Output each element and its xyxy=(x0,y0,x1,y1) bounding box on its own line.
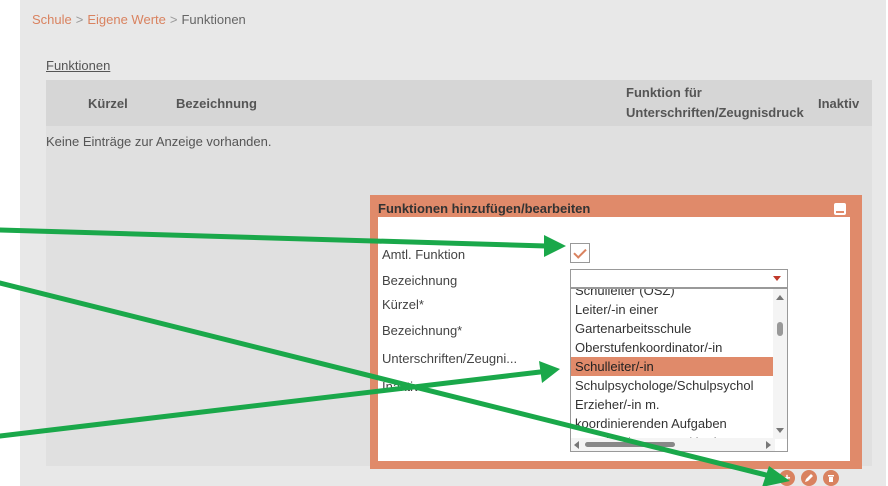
dropdown-option[interactable]: Gartenarbeitsschule xyxy=(571,319,773,338)
dropdown-option[interactable]: Schulpsychologe/Schulpsychol xyxy=(571,376,773,395)
dropdown-option[interactable]: Leiter/-in einer xyxy=(571,300,773,319)
column-header-bezeichnung[interactable]: Bezeichnung xyxy=(176,80,257,126)
edit-icon[interactable] xyxy=(801,470,817,486)
dialog-body: Amtl. Funktion Bezeichnung Kürzel* Bezei… xyxy=(378,217,850,461)
breadcrumb-schule[interactable]: Schule xyxy=(32,12,72,27)
label-kuerzel: Kürzel* xyxy=(382,297,424,312)
scroll-right-icon[interactable] xyxy=(766,441,771,449)
breadcrumb-separator: > xyxy=(169,12,178,27)
app-window: Schule > Eigene Werte > Funktionen Funktione… xyxy=(20,0,886,486)
column-header-funktion[interactable]: Funktion für Unterschriften/Zeugnisdruck xyxy=(626,80,804,126)
dropdown-option[interactable]: Erzieher/-in m. xyxy=(571,395,773,414)
label-unterschriften: Unterschriften/Zeugni... xyxy=(382,351,518,366)
table-header: Kürzel Bezeichnung Funktion für Untersch… xyxy=(46,80,872,126)
add-icon[interactable]: + xyxy=(779,470,795,486)
amtl-funktion-checkbox[interactable] xyxy=(570,243,590,263)
action-icons: + xyxy=(779,470,839,486)
vertical-scrollbar[interactable] xyxy=(773,289,787,439)
dropdown-option[interactable]: Schulleiter (OSZ) xyxy=(571,289,773,300)
scroll-thumb[interactable] xyxy=(777,322,783,336)
minimize-icon[interactable] xyxy=(834,203,846,215)
delete-icon[interactable] xyxy=(823,470,839,486)
scroll-down-icon[interactable] xyxy=(776,428,784,433)
dropdown-options: Schulleiter (OSZ) Leiter/-in einer Garte… xyxy=(571,289,773,451)
label-amtl-funktion: Amtl. Funktion xyxy=(382,247,466,262)
dropdown-option[interactable]: koordinierenden Aufgaben xyxy=(571,414,773,433)
label-bezeichnung: Bezeichnung xyxy=(382,273,458,288)
checkmark-icon xyxy=(573,244,587,259)
dropdown-arrow-icon[interactable] xyxy=(773,276,781,281)
label-inaktiv: Inaktiv xyxy=(382,379,420,394)
dropdown-option-selected[interactable]: Schulleiter/-in xyxy=(571,357,773,376)
dialog-title: Funktionen hinzufügen/bearbeiten xyxy=(378,201,591,216)
column-header-kuerzel[interactable]: Kürzel xyxy=(88,80,128,126)
bezeichnung-dropdown-list[interactable]: Schulleiter (OSZ) Leiter/-in einer Garte… xyxy=(570,288,788,452)
bezeichnung-select[interactable] xyxy=(570,269,788,288)
section-link-funktionen[interactable]: Funktionen xyxy=(46,58,110,73)
scroll-thumb-horizontal[interactable] xyxy=(585,442,675,447)
scroll-up-icon[interactable] xyxy=(776,295,784,300)
edit-dialog: Funktionen hinzufügen/bearbeiten Amtl. F… xyxy=(370,195,862,469)
breadcrumb-current: Funktionen xyxy=(181,12,246,27)
breadcrumb-separator: > xyxy=(75,12,84,27)
breadcrumb-eigene-werte[interactable]: Eigene Werte xyxy=(87,12,166,27)
scroll-left-icon[interactable] xyxy=(574,441,579,449)
horizontal-scrollbar[interactable] xyxy=(571,438,775,451)
column-header-funktion-line2: Unterschriften/Zeugnisdruck xyxy=(626,105,804,120)
empty-message: Keine Einträge zur Anzeige vorhanden. xyxy=(46,134,272,149)
column-header-inaktiv[interactable]: Inaktiv xyxy=(818,80,859,126)
label-bezeichnung-required: Bezeichnung* xyxy=(382,323,463,338)
breadcrumb: Schule > Eigene Werte > Funktionen xyxy=(32,12,246,27)
dropdown-option[interactable]: Oberstufenkoordinator/-in xyxy=(571,338,773,357)
column-header-funktion-line1: Funktion für xyxy=(626,85,702,100)
